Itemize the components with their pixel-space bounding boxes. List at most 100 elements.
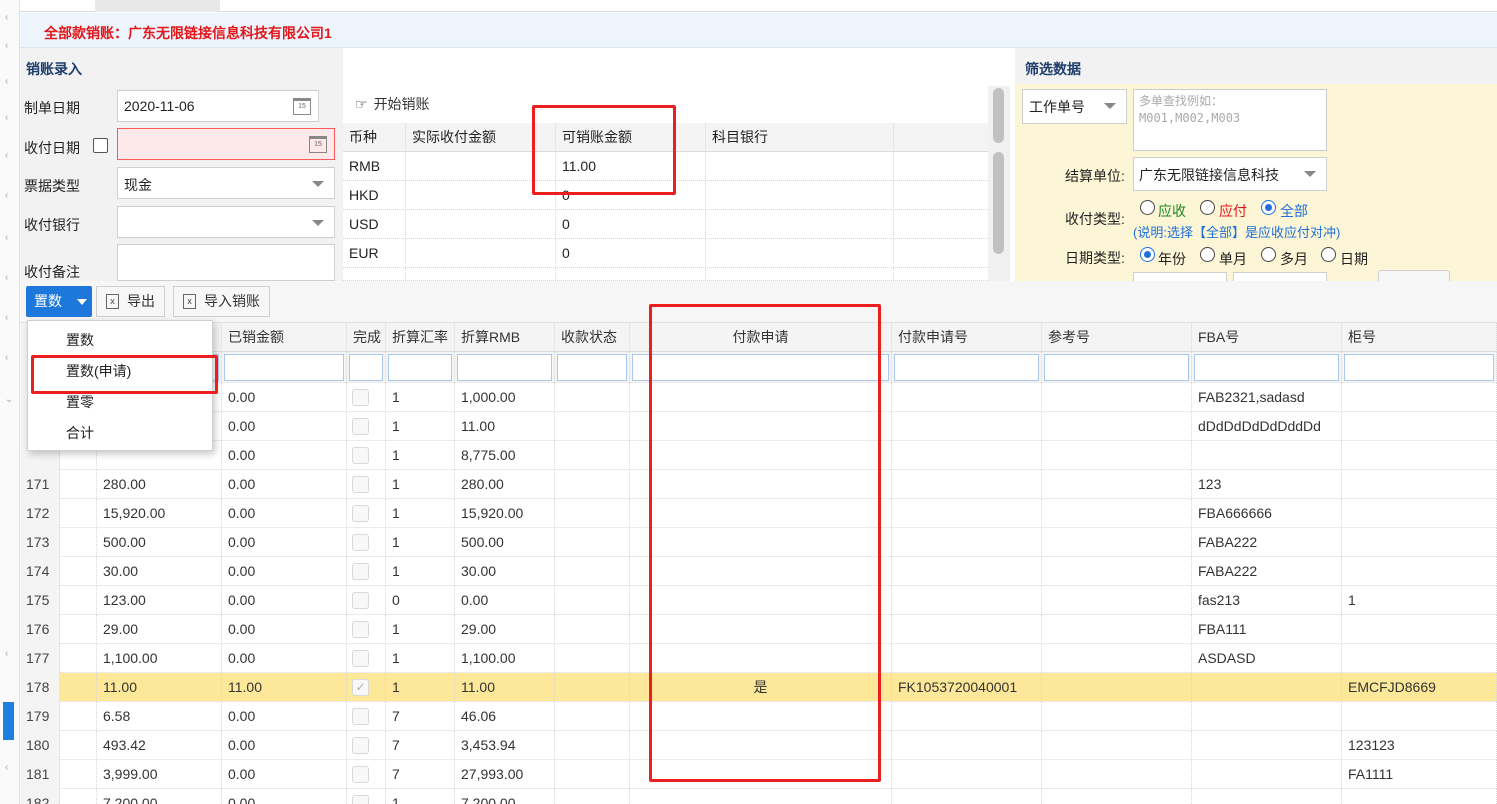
- actual-amount-cell[interactable]: [406, 210, 556, 239]
- settle-unit-select[interactable]: 广东无限链接信息科技: [1133, 157, 1327, 191]
- done-checkbox[interactable]: [352, 563, 369, 580]
- date-type-year-label[interactable]: 年份: [1158, 249, 1186, 269]
- done-checkbox[interactable]: [352, 650, 369, 667]
- pay-type-payable-label[interactable]: 应付: [1219, 201, 1247, 221]
- done-checkbox[interactable]: [352, 795, 369, 804]
- pay-type-payable-radio[interactable]: [1200, 200, 1215, 215]
- make-date-field[interactable]: 2020-11-06 15: [117, 90, 319, 122]
- date-type-date-label[interactable]: 日期: [1340, 249, 1368, 269]
- col-status[interactable]: 收款状态: [555, 323, 630, 352]
- row-select-cell[interactable]: [60, 470, 97, 499]
- actual-amount-cell[interactable]: [406, 268, 556, 280]
- filter-cell[interactable]: [1042, 352, 1192, 383]
- bank-select[interactable]: [117, 206, 335, 238]
- pay-date-checkbox[interactable]: [93, 138, 108, 153]
- export-button[interactable]: x 导出: [96, 286, 165, 317]
- calendar-icon[interactable]: 15: [309, 136, 327, 153]
- chevron-icon[interactable]: ‹: [5, 272, 8, 283]
- filter-cell[interactable]: [222, 352, 347, 383]
- multi-order-search-input[interactable]: 多单查找例如： M001,M002,M003: [1133, 89, 1327, 151]
- row-select-cell[interactable]: [60, 789, 97, 804]
- row-select-cell[interactable]: [60, 499, 97, 528]
- done-checkbox[interactable]: [352, 621, 369, 638]
- done-checkbox[interactable]: [352, 476, 369, 493]
- filter-cell[interactable]: [555, 352, 630, 383]
- date-type-month-label[interactable]: 单月: [1219, 249, 1247, 269]
- done-checkbox[interactable]: [352, 389, 369, 406]
- col-payment-request-no[interactable]: 付款申请号: [892, 323, 1042, 352]
- actual-amount-cell[interactable]: [406, 239, 556, 268]
- col-done[interactable]: 完成: [347, 323, 386, 352]
- currency-scrollbar[interactable]: [988, 86, 1010, 281]
- bill-type-select[interactable]: 现金: [117, 167, 335, 199]
- chevron-icon[interactable]: ⌄: [5, 394, 13, 405]
- row-select-cell[interactable]: [60, 528, 97, 557]
- filter-cell[interactable]: [386, 352, 455, 383]
- row-select-cell[interactable]: [60, 586, 97, 615]
- import-writeoff-button[interactable]: x 导入销账: [173, 286, 270, 317]
- chevron-icon[interactable]: ‹: [5, 150, 8, 161]
- row-select-cell[interactable]: [60, 702, 97, 731]
- menu-item-total[interactable]: 合计: [28, 418, 212, 449]
- pay-date-field[interactable]: 15: [117, 128, 335, 160]
- col-rmb[interactable]: 折算RMB: [455, 323, 555, 352]
- scrollbar-thumb[interactable]: [993, 152, 1004, 254]
- chevron-icon[interactable]: ‹: [5, 312, 8, 323]
- filter-cell[interactable]: [1342, 352, 1497, 383]
- chevron-icon[interactable]: ‹: [5, 40, 8, 51]
- col-ref-no[interactable]: 参考号: [1042, 323, 1192, 352]
- col-container-no[interactable]: 柜号: [1342, 323, 1497, 352]
- done-checkbox[interactable]: [352, 766, 369, 783]
- remark-field[interactable]: [117, 244, 335, 281]
- date-type-month-radio[interactable]: [1200, 247, 1215, 262]
- pay-type-receivable-radio[interactable]: [1140, 200, 1155, 215]
- chevron-icon[interactable]: ‹: [5, 352, 8, 363]
- row-select-cell[interactable]: [60, 731, 97, 760]
- row-select-cell[interactable]: [60, 760, 97, 789]
- col-written-off[interactable]: 已销金额: [222, 323, 347, 352]
- chevron-icon[interactable]: ‹: [5, 190, 8, 201]
- date-type-multimonth-label[interactable]: 多月: [1280, 249, 1308, 269]
- date-type-year-radio[interactable]: [1140, 247, 1155, 262]
- chevron-icon[interactable]: ‹: [5, 762, 8, 773]
- year-select[interactable]: [1133, 272, 1227, 281]
- set-number-button[interactable]: 置数: [26, 286, 92, 317]
- pay-type-receivable-label[interactable]: 应收: [1158, 201, 1186, 221]
- year-end-select[interactable]: [1233, 272, 1327, 281]
- tab-active[interactable]: [95, 0, 220, 12]
- pay-type-all-radio[interactable]: [1261, 200, 1276, 215]
- subject-bank-cell[interactable]: [706, 268, 894, 280]
- filter-cell[interactable]: [892, 352, 1042, 383]
- done-checkbox[interactable]: [352, 505, 369, 522]
- done-checkbox[interactable]: [352, 447, 369, 464]
- search-type-select[interactable]: 工作单号: [1022, 89, 1127, 124]
- filter-cell[interactable]: [347, 352, 386, 383]
- chevron-icon[interactable]: ‹: [5, 232, 8, 243]
- menu-item-set[interactable]: 置数: [28, 325, 212, 356]
- col-fba-no[interactable]: FBA号: [1192, 323, 1342, 352]
- col-rate[interactable]: 折算汇率: [386, 323, 455, 352]
- chevron-down-icon[interactable]: [77, 299, 87, 305]
- done-checkbox[interactable]: ✓: [352, 679, 369, 696]
- date-type-multimonth-radio[interactable]: [1261, 247, 1276, 262]
- row-select-cell[interactable]: [60, 615, 97, 644]
- chevron-icon[interactable]: ‹: [5, 76, 8, 87]
- done-checkbox[interactable]: [352, 592, 369, 609]
- calendar-icon[interactable]: 15: [293, 98, 311, 115]
- row-select-cell[interactable]: [60, 673, 97, 702]
- filter-cell[interactable]: [1192, 352, 1342, 383]
- start-writeoff-button[interactable]: ☞ 开始销账: [355, 94, 430, 114]
- pay-type-all-label[interactable]: 全部: [1280, 201, 1308, 221]
- done-checkbox[interactable]: [352, 708, 369, 725]
- done-checkbox[interactable]: [352, 534, 369, 551]
- scrollbar-thumb[interactable]: [993, 88, 1004, 143]
- subject-bank-cell[interactable]: [706, 239, 894, 268]
- chevron-icon[interactable]: ‹: [5, 12, 8, 23]
- done-checkbox[interactable]: [352, 737, 369, 754]
- subject-bank-cell[interactable]: [706, 181, 894, 210]
- done-checkbox[interactable]: [352, 418, 369, 435]
- date-type-date-radio[interactable]: [1321, 247, 1336, 262]
- chevron-icon[interactable]: ‹: [5, 648, 8, 659]
- filter-cell[interactable]: [455, 352, 555, 383]
- query-button[interactable]: [1378, 270, 1450, 281]
